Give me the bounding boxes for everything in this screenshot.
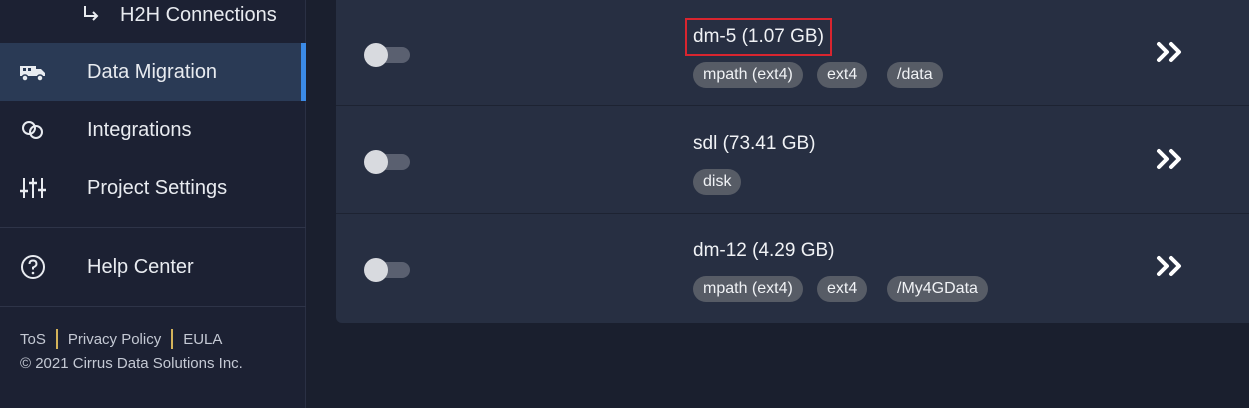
volume-select-toggle[interactable] xyxy=(364,43,410,67)
sidebar-item-help-center[interactable]: Help Center xyxy=(0,238,306,296)
sidebar-item-h2h-connections[interactable]: H2H Connections xyxy=(0,0,306,30)
sidebar-item-project-settings[interactable]: Project Settings xyxy=(0,159,306,217)
toggle-knob xyxy=(364,258,388,282)
eula-link[interactable]: EULA xyxy=(183,331,222,348)
volume-title: dm-5 (1.07 GB) xyxy=(685,18,832,56)
volume-tag: ext4 xyxy=(817,276,868,302)
volume-tag: /data xyxy=(887,62,943,88)
footer-separator xyxy=(171,329,174,349)
volume-list: dm-5 (1.07 GB) mpath (ext4) ext4 /data s… xyxy=(336,0,1249,323)
return-arrow-icon xyxy=(84,6,99,21)
copyright-text: © 2021 Cirrus Data Solutions Inc. xyxy=(20,355,243,372)
toggle-knob xyxy=(364,43,388,67)
volume-tag: disk xyxy=(693,169,742,195)
volume-title: sdl (73.41 GB) xyxy=(693,133,816,154)
question-circle-icon xyxy=(18,252,48,282)
sidebar-item-data-migration[interactable]: Data Migration xyxy=(0,43,306,101)
sidebar-item-label: Help Center xyxy=(87,255,194,278)
volume-tag: mpath (ext4) xyxy=(693,276,803,302)
sidebar-item-label: Project Settings xyxy=(87,176,228,199)
sidebar-item-label: H2H Connections xyxy=(120,4,277,26)
double-chevron-right-icon[interactable] xyxy=(1156,148,1186,170)
sidebar: H2H Connections Data Migration Integrati… xyxy=(0,0,306,408)
volume-tag: mpath (ext4) xyxy=(693,62,803,88)
volume-row: dm-5 (1.07 GB) mpath (ext4) ext4 /data xyxy=(336,0,1249,106)
link-rings-icon xyxy=(18,115,48,145)
footer-separator xyxy=(55,329,58,349)
sidebar-divider xyxy=(0,306,306,307)
volume-select-toggle[interactable] xyxy=(364,150,410,174)
tos-link[interactable]: ToS xyxy=(20,331,46,348)
volume-select-toggle[interactable] xyxy=(364,258,410,282)
volume-tag: ext4 xyxy=(817,62,868,88)
toggle-knob xyxy=(364,150,388,174)
double-chevron-right-icon[interactable] xyxy=(1156,41,1186,63)
sidebar-item-integrations[interactable]: Integrations xyxy=(0,101,306,159)
main-content: dm-5 (1.07 GB) mpath (ext4) ext4 /data s… xyxy=(306,0,1249,408)
volume-row: dm-12 (4.29 GB) mpath (ext4) ext4 /My4GD… xyxy=(336,216,1249,322)
sidebar-item-label: Data Migration xyxy=(87,60,218,83)
volume-row: sdl (73.41 GB) disk xyxy=(336,108,1249,214)
double-chevron-right-icon[interactable] xyxy=(1156,255,1186,277)
privacy-policy-link[interactable]: Privacy Policy xyxy=(68,331,161,348)
truck-migration-icon xyxy=(18,57,48,87)
volume-title: dm-12 (4.29 GB) xyxy=(693,240,835,261)
volume-tag: /My4GData xyxy=(887,276,988,302)
footer-links: ToS Privacy Policy EULA xyxy=(20,329,222,349)
sliders-icon xyxy=(18,173,48,203)
sidebar-divider xyxy=(0,227,306,228)
sidebar-item-label: Integrations xyxy=(87,118,192,141)
